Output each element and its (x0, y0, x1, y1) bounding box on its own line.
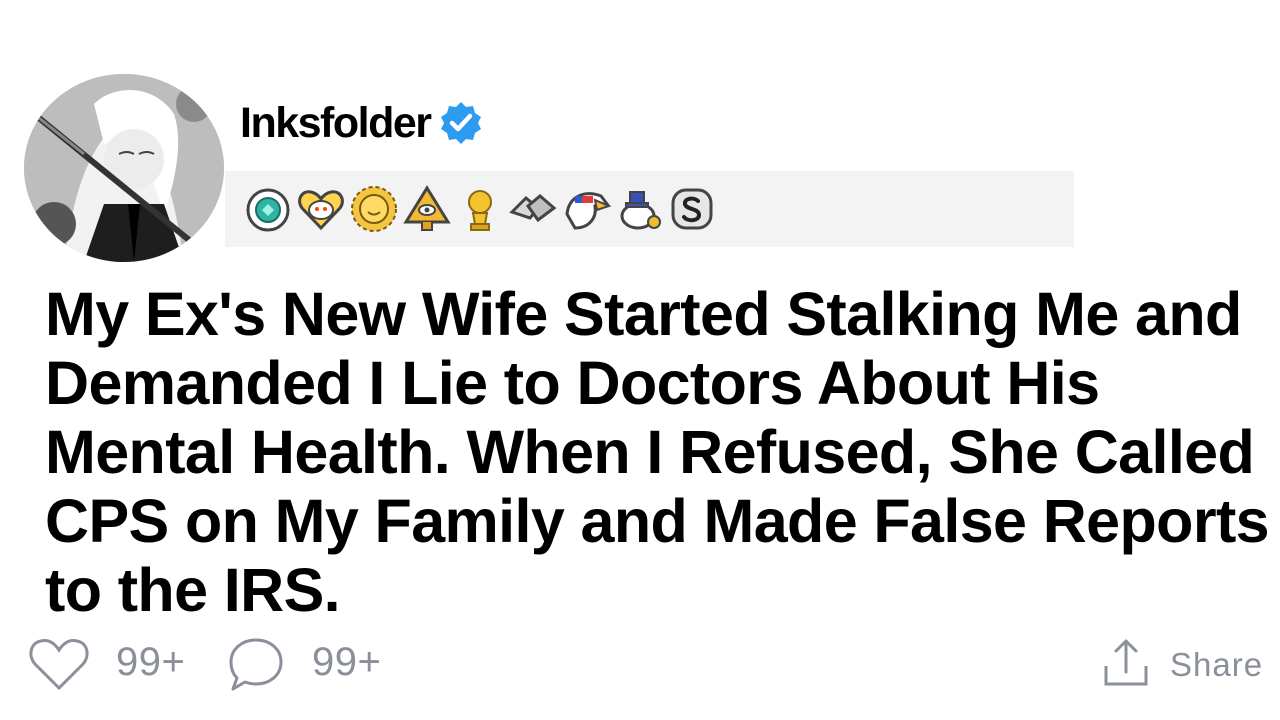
heart-icon[interactable] (28, 636, 90, 692)
comment-count: 99+ (312, 640, 382, 684)
diamond-award-icon[interactable] (243, 184, 293, 234)
post-actions: 99+ 99+ Share (0, 630, 1280, 694)
snoo-hat-award-icon[interactable] (614, 184, 664, 234)
silver-s-award-icon[interactable] (667, 184, 717, 234)
pyramid-eye-award-icon[interactable] (402, 184, 452, 234)
eagle-award-icon[interactable] (561, 184, 611, 234)
awards-bar (225, 171, 1074, 247)
trophy-snoo-award-icon[interactable] (455, 184, 505, 234)
author-avatar[interactable] (24, 74, 224, 262)
verified-badge-icon (440, 102, 481, 144)
share-icon[interactable] (1103, 638, 1149, 688)
avatar-illustration (24, 74, 224, 262)
handshake-award-icon[interactable] (508, 184, 558, 234)
author-row: Inksfolder (240, 95, 485, 151)
heart-snoo-award-icon[interactable] (296, 184, 346, 234)
comment-icon[interactable] (227, 635, 285, 693)
sun-award-icon[interactable] (349, 184, 399, 234)
share-button-label[interactable]: Share (1170, 646, 1263, 684)
like-count: 99+ (116, 640, 186, 684)
post-title[interactable]: My Ex's New Wife Started Stalking Me and… (45, 280, 1277, 625)
author-username[interactable]: Inksfolder (240, 99, 432, 148)
